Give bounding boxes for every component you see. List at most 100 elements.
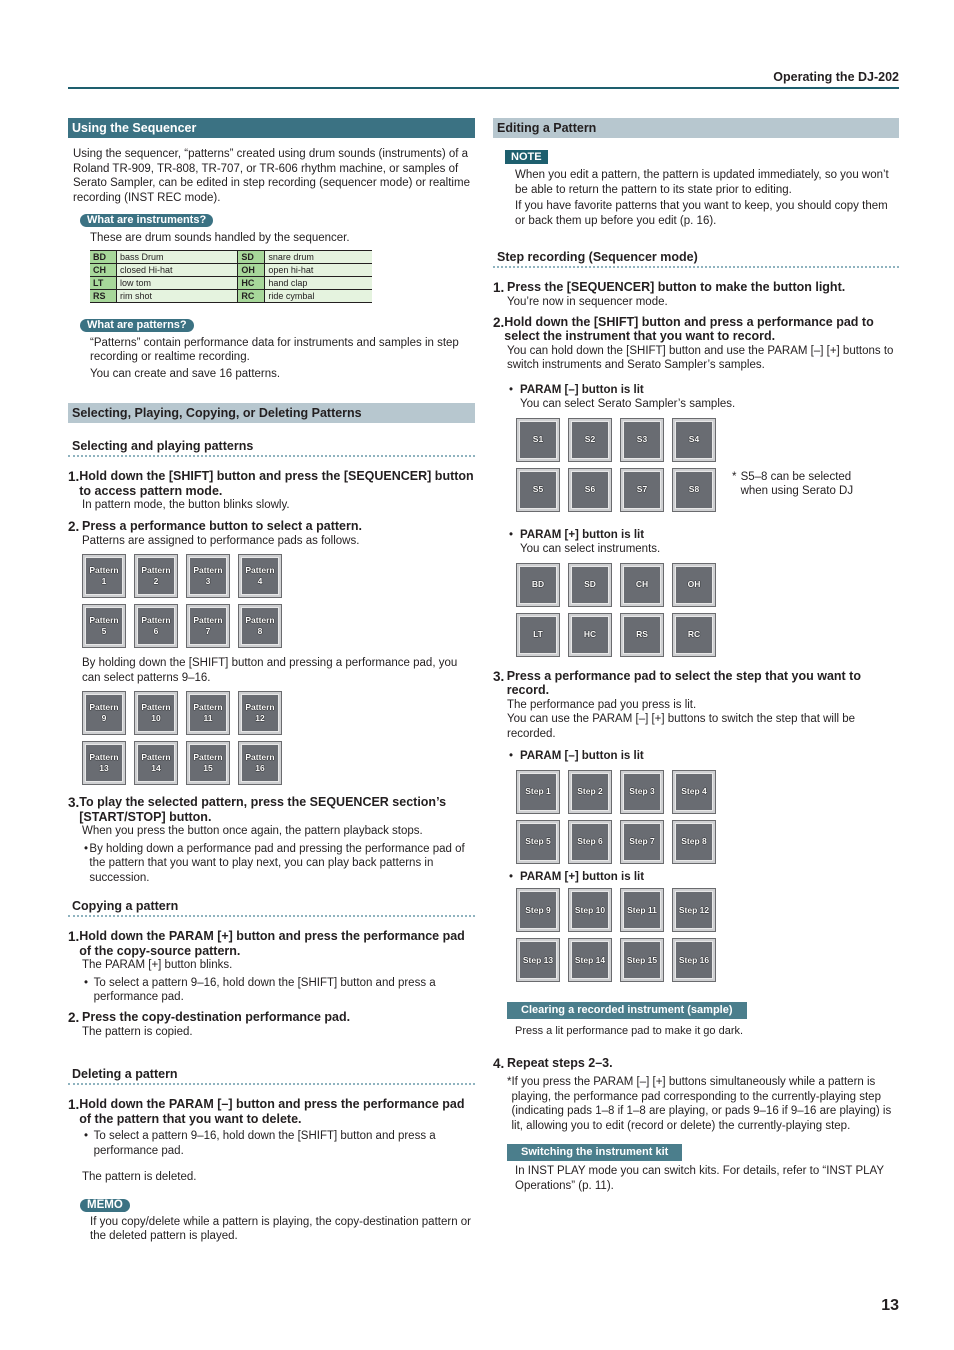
step-pads-1-8: Step 1 Step 2 Step 3 Step 4 Step 5 Step 6 Step… bbox=[516, 769, 899, 864]
step-pad: Step 7 bbox=[620, 819, 664, 864]
instruments-pill: What are instruments? bbox=[80, 214, 214, 227]
sample-pad-label: S5 bbox=[519, 470, 557, 509]
instrument-row: BD bass Drum SD snare drum bbox=[90, 249, 372, 264]
step-3-record: 3. Press a performance pad to select the… bbox=[493, 669, 899, 698]
bullet-text: PARAM [–] button is lit bbox=[520, 383, 644, 396]
pattern-pad: Pattern 10 bbox=[134, 691, 178, 735]
left-column: Using the Sequencer Using the sequencer,… bbox=[68, 118, 475, 1244]
step-body: In pattern mode, the button blinks slowl… bbox=[82, 499, 290, 511]
step-2-record: 2. Hold down the [SHIFT] button and pres… bbox=[493, 315, 899, 344]
pattern-pad: Pattern 13 bbox=[82, 741, 126, 785]
pattern-pad-label: Pattern 11 bbox=[189, 694, 227, 732]
header-rule bbox=[68, 87, 899, 89]
step-pad-label: Step 6 bbox=[571, 822, 609, 861]
instrument-pad: RC bbox=[672, 612, 716, 657]
repeat-note-text: If you press the PARAM [–] [+] buttons s… bbox=[511, 1076, 892, 1132]
step-4-record: 4. Repeat steps 2–3. bbox=[493, 1056, 899, 1071]
step-pad-label: Step 4 bbox=[675, 772, 713, 811]
step-pad-label: Step 1 bbox=[519, 772, 557, 811]
sample-note: * S5–8 can be selected when using Serato… bbox=[732, 470, 862, 512]
pattern-pad-label: Pattern 8 bbox=[241, 607, 279, 645]
page-number: 13 bbox=[881, 1297, 899, 1314]
step-pad-label: Step 9 bbox=[519, 891, 557, 929]
step-pad: Step 14 bbox=[568, 938, 612, 982]
step-pad: Step 5 bbox=[516, 819, 560, 864]
instrument-row: CH closed Hi-hat OH open hi-hat bbox=[90, 262, 372, 277]
sample-pad-label: S8 bbox=[675, 470, 713, 509]
bullet-icon: • bbox=[509, 870, 514, 883]
param-plus-lit: • PARAM [+] button is lit bbox=[493, 528, 899, 543]
step-title: Press the copy-destination performance p… bbox=[82, 1009, 351, 1024]
instruments-intro: These are drum sounds handled by the seq… bbox=[90, 232, 350, 244]
subhead-deleting: Deleting a pattern bbox=[68, 1067, 475, 1085]
note-tag: NOTE bbox=[505, 150, 548, 164]
pattern-pads-1-8: Pattern 1 Pattern 2 Pattern 3 Pattern 4 Patt… bbox=[82, 554, 475, 648]
step-1-copy: 1. Hold down the PARAM [+] button and pr… bbox=[68, 929, 475, 958]
pattern-pad-label: Pattern 15 bbox=[189, 744, 227, 782]
instrument-name: low tom bbox=[116, 275, 239, 290]
instrument-pad-label: HC bbox=[571, 615, 609, 654]
step-pad-label: Step 12 bbox=[675, 891, 713, 929]
step-title: Hold down the PARAM [+] button and press… bbox=[79, 929, 465, 958]
param-minus-lit: • PARAM [–] button is lit bbox=[493, 383, 899, 398]
step-number: 1. bbox=[68, 1097, 80, 1112]
pattern-pad-label: Pattern 1 bbox=[85, 557, 123, 595]
instrument-code: BD bbox=[90, 249, 117, 264]
instrument-code: CH bbox=[90, 262, 117, 277]
pattern-pad: Pattern 11 bbox=[186, 691, 230, 735]
step-number: 4. bbox=[493, 1056, 505, 1071]
kit-body: In INST PLAY mode you can switch kits. F… bbox=[515, 1165, 884, 1192]
step-title: Press a performance button to select a p… bbox=[82, 518, 362, 533]
instrument-name: bass Drum bbox=[116, 249, 239, 264]
instrument-row: LT low tom HC hand clap bbox=[90, 275, 372, 290]
step-3-play: 3. To play the selected pattern, press t… bbox=[68, 795, 475, 824]
subhead-selecting-playing: Selecting and playing patterns bbox=[68, 439, 475, 457]
instrument-name: snare drum bbox=[264, 249, 372, 264]
note-paragraph-1: When you edit a pattern, the pattern is … bbox=[515, 169, 889, 196]
instrument-pads: BD SD CH OH LT HC RS RC bbox=[516, 562, 899, 657]
instrument-pad-label: RS bbox=[623, 615, 661, 654]
step-pad-label: Step 11 bbox=[623, 891, 661, 929]
bullet-icon: • bbox=[509, 383, 514, 396]
pattern-pad-label: Pattern 16 bbox=[241, 744, 279, 782]
minus-desc: You can select Serato Sampler’s samples. bbox=[520, 398, 736, 410]
instrument-pad: SD bbox=[568, 562, 612, 607]
step-pad: Step 9 bbox=[516, 888, 560, 932]
pattern-pad: Pattern 8 bbox=[238, 604, 282, 648]
instrument-name: rim shot bbox=[116, 288, 239, 303]
section-title-editing: Editing a Pattern bbox=[493, 118, 899, 138]
sample-pad-label: S7 bbox=[623, 470, 661, 509]
bullet-icon: • bbox=[509, 528, 514, 541]
pattern-pad-label: Pattern 4 bbox=[241, 557, 279, 595]
step-title: Press a performance pad to select the st… bbox=[506, 668, 861, 698]
pattern-pad: Pattern 5 bbox=[82, 604, 126, 648]
step-number: 1. bbox=[68, 929, 80, 944]
section-title-using-sequencer: Using the Sequencer bbox=[68, 118, 475, 138]
step-title: Hold down the [SHIFT] button and press t… bbox=[79, 469, 474, 498]
asterisk-icon: * bbox=[732, 470, 737, 483]
instrument-pad: OH bbox=[672, 562, 716, 607]
step-pad-label: Step 10 bbox=[571, 891, 609, 929]
pattern-pad: Pattern 6 bbox=[134, 604, 178, 648]
step-pad: Step 1 bbox=[516, 769, 560, 814]
step-body: You can hold down the [SHIFT] button and… bbox=[507, 344, 894, 372]
pattern-pad: Pattern 16 bbox=[238, 741, 282, 785]
step-pad: Step 8 bbox=[672, 819, 716, 864]
step-pad-label: Step 7 bbox=[623, 822, 661, 861]
pattern-pad-label: Pattern 7 bbox=[189, 607, 227, 645]
instrument-pad: BD bbox=[516, 562, 560, 607]
step-pad: Step 12 bbox=[672, 888, 716, 932]
bullet-text: PARAM [+] button is lit bbox=[520, 528, 645, 541]
sample-pad: S7 bbox=[620, 467, 664, 512]
sample-note-text: S5–8 can be selected when using Serato D… bbox=[740, 470, 854, 498]
step-pad-label: Step 15 bbox=[623, 941, 661, 979]
step-pad-label: Step 5 bbox=[519, 822, 557, 861]
sample-pad: S6 bbox=[568, 467, 612, 512]
instrument-pad-label: LT bbox=[519, 615, 557, 654]
step-body: You’re now in sequencer mode. bbox=[507, 296, 668, 308]
bullet-text: By holding down a performance pad and pr… bbox=[89, 842, 465, 884]
sample-pad: S2 bbox=[568, 417, 612, 462]
step-pad-label: Step 16 bbox=[675, 941, 713, 979]
sample-pad: S8 bbox=[672, 467, 716, 512]
subhead-copying: Copying a pattern bbox=[68, 899, 475, 917]
